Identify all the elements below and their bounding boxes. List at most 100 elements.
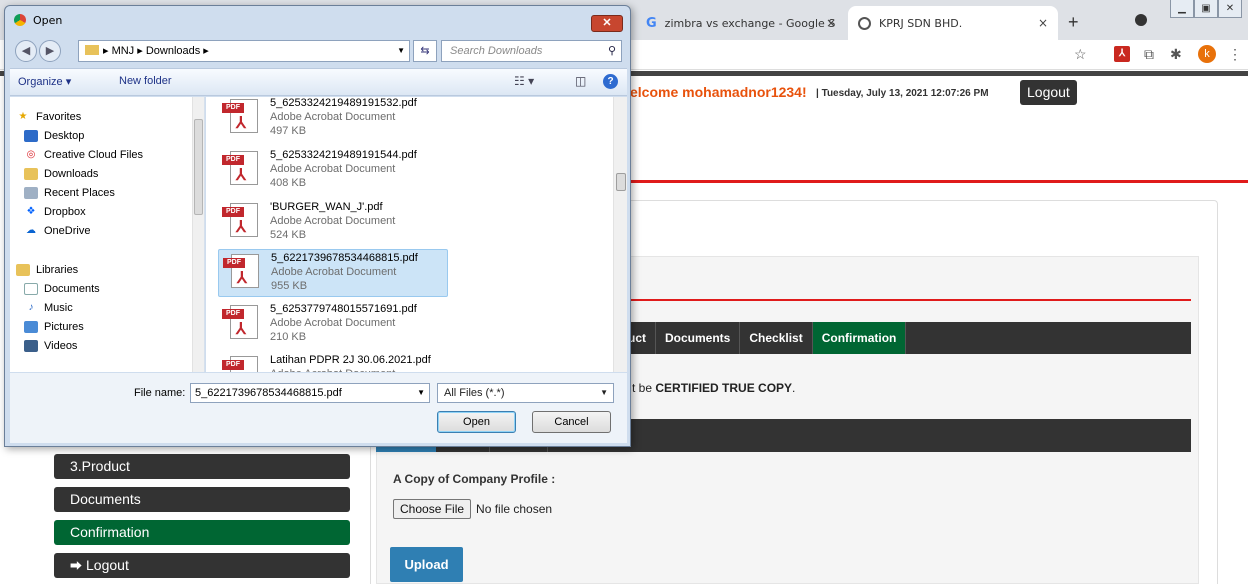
file-item[interactable]: PDF ⅄ 5_6253324219489191544.pdf Adobe Acr… — [218, 147, 448, 195]
nav-documents[interactable]: Documents — [24, 283, 100, 295]
datetime-text: | Tuesday, July 13, 2021 12:07:26 PM — [816, 88, 989, 99]
new-folder-button[interactable]: New folder — [119, 75, 172, 87]
nav-desktop[interactable]: Desktop — [24, 130, 84, 142]
chrome-icon — [14, 14, 26, 26]
step-navbar: uct Documents Checklist Confirmation — [620, 322, 1191, 354]
minimize-button[interactable]: ▁ — [1170, 0, 1194, 18]
forward-button[interactable]: ▶ — [39, 40, 61, 62]
file-input: Choose File No file chosen — [393, 499, 552, 519]
nav-libraries[interactable]: Libraries — [16, 264, 78, 276]
file-item[interactable]: PDF ⅄ 'BURGER_WAN_J'.pdf Adobe Acrobat Do… — [218, 199, 448, 247]
window-controls: ▁ ▣ ✕ — [1170, 0, 1242, 18]
nav-pictures[interactable]: Pictures — [24, 321, 84, 333]
file-list: PDF ⅄ 5_6253324219489191532.pdf Adobe Acr… — [206, 97, 627, 372]
search-input[interactable]: Search Downloads ⚲ — [441, 40, 622, 62]
no-file-text: No file chosen — [476, 502, 553, 516]
tab-kprj[interactable]: KPRJ SDN BHD. × — [848, 6, 1058, 40]
chevron-down-icon[interactable]: ▼ — [397, 41, 405, 61]
bookmark-star-icon[interactable]: ☆ — [1074, 46, 1087, 63]
new-tab-button[interactable]: + — [1068, 12, 1079, 33]
nav-scrollbar[interactable] — [192, 97, 204, 372]
certified-note: t be CERTIFIED TRUE COPY. — [632, 381, 796, 395]
puzzle-icon[interactable]: ✱ — [1170, 46, 1182, 63]
sidebar-item-logout[interactable]: ⮕ Logout — [54, 553, 350, 578]
pdf-file-icon: PDF⅄ — [222, 356, 260, 372]
tab-zimbra[interactable]: G zimbra vs exchange - Google S × — [636, 6, 846, 40]
recent-places-icon — [24, 187, 38, 199]
pdf-file-icon: PDF⅄ — [222, 203, 260, 239]
close-tab-icon[interactable]: × — [826, 16, 836, 30]
folder-icon — [85, 45, 99, 55]
pdf-file-icon: PDF⅄ — [223, 254, 261, 290]
tab-label: zimbra vs exchange - Google S — [664, 16, 836, 30]
pictures-icon — [24, 321, 38, 333]
nav-checklist[interactable]: Checklist — [740, 322, 813, 354]
desktop-icon — [24, 130, 38, 142]
menu-icon[interactable]: ⋮ — [1228, 46, 1242, 63]
address-bar[interactable]: ▸ MNJ ▸ Downloads ▸ ▼ — [78, 40, 410, 62]
open-file-dialog: Open ✕ ◀ ▶ ▸ MNJ ▸ Downloads ▸ ▼ ⇆ Searc… — [4, 5, 631, 447]
file-item[interactable]: PDF⅄ Latihan PDPR 2J 30.06.2021.pdf Adob… — [218, 352, 448, 372]
sidebar-item-documents[interactable]: Documents — [54, 487, 350, 512]
close-tab-icon[interactable]: × — [1038, 16, 1048, 30]
cloud-icon: ☁ — [26, 225, 36, 236]
dialog-close-button[interactable]: ✕ — [591, 15, 623, 32]
file-scrollbar[interactable] — [613, 97, 627, 372]
close-window-button[interactable]: ✕ — [1218, 0, 1242, 18]
creative-cloud-icon: ◎ — [26, 149, 36, 160]
nav-favorites[interactable]: ★ Favorites — [16, 111, 82, 123]
chevron-down-icon[interactable]: ▼ — [417, 384, 425, 402]
music-icon: ♪ — [28, 302, 34, 313]
chevron-down-icon: ▼ — [600, 388, 608, 397]
search-icon: ⚲ — [607, 45, 616, 57]
file-item-selected[interactable]: PDF ⅄ 5_6221739678534468815.pdf Adobe Acr… — [218, 249, 448, 297]
tab-search-icon[interactable] — [1135, 14, 1147, 26]
nav-downloads[interactable]: Downloads — [24, 168, 98, 180]
organize-button[interactable]: Organize ▾ — [18, 75, 71, 88]
view-options-icon[interactable]: ☷ ▾ — [514, 74, 534, 88]
choose-file-button[interactable]: Choose File — [393, 499, 472, 519]
extension-icon[interactable]: ⧉ — [1144, 46, 1154, 63]
file-item[interactable]: PDF ⅄ 5_6253779748015571691.pdf Adobe Acr… — [218, 301, 448, 349]
cancel-button[interactable]: Cancel — [532, 411, 611, 433]
dialog-footer: File name: 5_6221739678534468815.pdf ▼ A… — [10, 373, 627, 443]
maximize-button[interactable]: ▣ — [1194, 0, 1218, 18]
pdf-file-icon: PDF⅄ — [222, 151, 260, 187]
scrollbar-thumb[interactable] — [616, 173, 626, 191]
preview-pane-icon[interactable]: ◫ — [575, 74, 586, 88]
logout-icon: ⮕ — [70, 559, 83, 573]
refresh-button[interactable]: ⇆ — [413, 40, 437, 62]
tab-label: KPRJ SDN BHD. — [879, 16, 963, 30]
upload-button[interactable]: Upload — [390, 547, 463, 582]
welcome-text: elcome mohamadnor1234! — [630, 84, 807, 100]
videos-icon — [24, 340, 38, 352]
nav-documents[interactable]: Documents — [656, 322, 741, 354]
file-item[interactable]: PDF ⅄ 5_6253324219489191532.pdf Adobe Acr… — [218, 95, 448, 143]
libraries-icon — [16, 264, 30, 276]
documents-icon — [24, 283, 38, 295]
downloads-icon — [24, 168, 38, 180]
avatar[interactable]: k — [1198, 45, 1216, 63]
nav-recent-places[interactable]: Recent Places — [24, 187, 115, 199]
navigation-pane: ★ Favorites Desktop ◎ Creative Cloud Files… — [10, 97, 205, 372]
nav-dropbox[interactable]: ❖ Dropbox — [24, 206, 86, 218]
nav-videos[interactable]: Videos — [24, 340, 77, 352]
nav-music[interactable]: ♪ Music — [24, 302, 73, 314]
nav-creative-cloud[interactable]: ◎ Creative Cloud Files — [24, 149, 143, 161]
acrobat-extension-icon[interactable]: ⅄ — [1114, 46, 1130, 62]
pdf-file-icon: PDF⅄ — [222, 99, 260, 135]
command-bar: Organize ▾ New folder ☷ ▾ ◫ ? — [10, 68, 627, 96]
sidebar-item-product[interactable]: 3.Product — [54, 454, 350, 479]
file-name-input[interactable]: 5_6221739678534468815.pdf ▼ — [190, 383, 430, 403]
logout-button[interactable]: Logout — [1020, 80, 1077, 105]
nav-confirmation[interactable]: Confirmation — [812, 322, 907, 354]
open-button[interactable]: Open — [437, 411, 516, 433]
help-icon[interactable]: ? — [603, 74, 618, 89]
back-button[interactable]: ◀ — [15, 40, 37, 62]
divider — [620, 299, 1191, 301]
file-name-label: File name: — [134, 387, 186, 399]
nav-onedrive[interactable]: ☁ OneDrive — [24, 225, 90, 237]
sidebar-item-confirmation[interactable]: Confirmation — [54, 520, 350, 545]
file-type-select[interactable]: All Files (*.*) ▼ — [437, 383, 614, 403]
scrollbar-thumb[interactable] — [194, 119, 203, 215]
